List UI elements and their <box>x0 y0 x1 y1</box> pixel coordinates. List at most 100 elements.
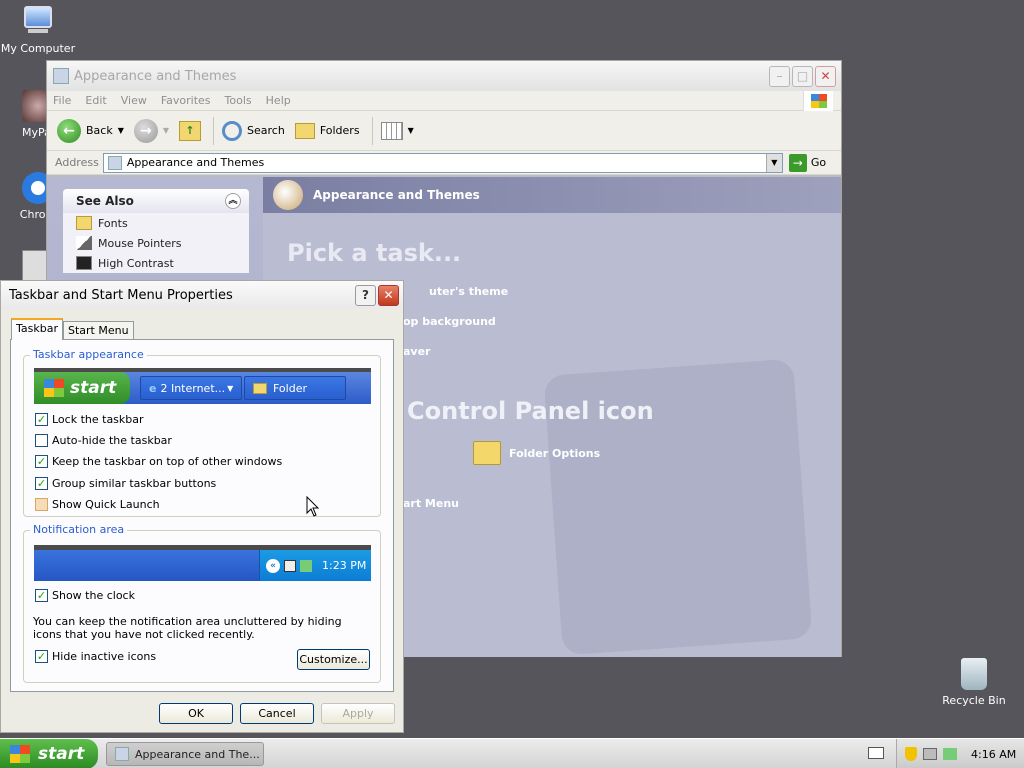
views-button[interactable]: ▼ <box>380 121 414 140</box>
desktop-icon-my-computer[interactable]: My Computer <box>0 4 76 55</box>
close-button[interactable]: ✕ <box>815 65 836 87</box>
checkbox-label: Hide inactive icons <box>52 650 157 663</box>
menu-file[interactable]: File <box>47 94 79 107</box>
see-also-panel: See Also ︽ Fonts Mouse Pointers High Con… <box>63 189 249 273</box>
tab-taskbar[interactable]: Taskbar <box>11 318 63 340</box>
high-contrast-icon <box>76 256 92 270</box>
security-shield-icon[interactable] <box>905 747 917 761</box>
preview-folder-label: Folder <box>273 381 307 395</box>
minimize-button[interactable]: – <box>769 65 790 87</box>
category-header: Appearance and Themes <box>263 177 841 213</box>
tab-start-menu[interactable]: Start Menu <box>63 321 134 339</box>
checkbox-box[interactable]: ✓ <box>35 650 48 663</box>
menu-edit[interactable]: Edit <box>79 94 114 107</box>
cancel-button[interactable]: Cancel <box>240 703 314 724</box>
category-title: Appearance and Themes <box>313 188 480 202</box>
up-button[interactable]: ↑ <box>179 120 202 141</box>
customize-button[interactable]: Customize... <box>297 649 370 670</box>
lock-taskbar-checkbox[interactable]: ✓ Lock the taskbar <box>35 413 144 426</box>
search-button[interactable]: Search <box>222 120 285 141</box>
mouse-cursor-icon <box>306 496 320 517</box>
checkbox-box[interactable]: ✓ <box>35 413 48 426</box>
pick-icon-heading: Control Panel icon <box>407 397 654 425</box>
checkbox-label: Show the clock <box>52 589 135 602</box>
folders-button[interactable]: Folders <box>294 122 360 139</box>
apply-button[interactable]: Apply <box>321 703 395 724</box>
appearance-themes-icon <box>273 180 303 210</box>
preview-tray: « 1:23 PM <box>259 550 371 581</box>
preview-folder-button: Folder <box>244 376 346 400</box>
chevron-left-icon: « <box>266 558 280 573</box>
task-link-background[interactable]: op background <box>403 315 496 328</box>
address-value: Appearance and Themes <box>126 156 265 169</box>
checkbox-box[interactable] <box>35 498 48 511</box>
menu-view[interactable]: View <box>115 94 155 107</box>
search-icon <box>222 120 243 141</box>
see-also-item-label: High Contrast <box>98 256 174 270</box>
maximize-button[interactable]: □ <box>792 65 813 87</box>
menu-tools[interactable]: Tools <box>219 94 260 107</box>
clock[interactable]: 4:16 AM <box>971 748 1016 761</box>
desktop-icon-recycle-bin[interactable]: Recycle Bin <box>936 658 1012 707</box>
back-button[interactable]: ← Back ▼ <box>57 118 124 143</box>
menu-help[interactable]: Help <box>260 94 299 107</box>
auto-hide-checkbox[interactable]: Auto-hide the taskbar <box>35 434 172 447</box>
address-input[interactable]: Appearance and Themes ▼ <box>102 152 783 173</box>
explorer-toolbar: ← Back ▼ → ▼ ↑ Search Folders ▼ <box>47 111 841 151</box>
task-link-theme[interactable]: uter's theme <box>429 285 508 298</box>
see-also-high-contrast[interactable]: High Contrast <box>63 253 249 273</box>
up-folder-icon: ↑ <box>179 120 202 141</box>
checkbox-label: Show Quick Launch <box>52 498 160 511</box>
taskbar-item-appearance[interactable]: Appearance and The... <box>106 742 264 766</box>
search-label: Search <box>247 124 285 137</box>
taskbar-start-menu-link[interactable]: art Menu <box>403 497 459 510</box>
folder-options-link[interactable]: Folder Options <box>473 441 600 465</box>
computer-icon <box>22 6 54 38</box>
taskbar-item-label: Appearance and The... <box>135 747 260 761</box>
checkbox-box[interactable]: ✓ <box>35 477 48 490</box>
notification-note: You can keep the notification area unclu… <box>33 615 342 641</box>
start-button[interactable]: start <box>0 739 98 768</box>
quick-launch-checkbox[interactable]: Show Quick Launch <box>35 498 160 511</box>
help-button[interactable]: ? <box>355 284 376 306</box>
go-button[interactable]: → Go <box>788 153 826 172</box>
ok-button[interactable]: OK <box>159 703 233 724</box>
hide-inactive-checkbox[interactable]: ✓ Hide inactive icons <box>35 650 156 663</box>
dialog-titlebar[interactable]: Taskbar and Start Menu Properties ? ✕ <box>1 281 403 309</box>
chevron-down-icon[interactable]: ▼ <box>118 126 124 135</box>
group-legend: Taskbar appearance <box>30 348 147 361</box>
checkbox-box[interactable]: ✓ <box>35 589 48 602</box>
windows-logo-icon <box>44 379 64 397</box>
menu-favorites[interactable]: Favorites <box>155 94 219 107</box>
folders-label: Folders <box>319 124 360 137</box>
checkbox-label: Auto-hide the taskbar <box>52 434 172 447</box>
show-clock-checkbox[interactable]: ✓ Show the clock <box>35 589 135 602</box>
task-link-screensaver[interactable]: aver <box>403 345 430 358</box>
forward-button[interactable]: → ▼ <box>133 118 169 143</box>
checkbox-box[interactable] <box>35 434 48 447</box>
explorer-titlebar[interactable]: Appearance and Themes – □ ✕ <box>47 61 841 91</box>
checkbox-box[interactable]: ✓ <box>35 455 48 468</box>
address-label: Address <box>55 156 99 169</box>
see-also-header[interactable]: See Also ︽ <box>63 189 249 213</box>
keep-on-top-checkbox[interactable]: ✓ Keep the taskbar on top of other window… <box>35 455 282 468</box>
folder-options-icon <box>473 441 501 465</box>
see-also-title: See Also <box>76 194 134 208</box>
see-also-fonts[interactable]: Fonts <box>63 213 249 233</box>
ie-icon: e <box>149 381 157 395</box>
keyboard-icon[interactable] <box>868 747 884 759</box>
tray-app-icon[interactable] <box>943 748 957 760</box>
toolbar-separator <box>213 116 215 145</box>
dialog-close-button[interactable]: ✕ <box>378 284 399 306</box>
group-legend: Notification area <box>30 523 128 536</box>
see-also-item-label: Mouse Pointers <box>98 236 182 250</box>
dialog-tabs: Taskbar Start Menu <box>11 317 134 340</box>
folder-icon <box>253 382 267 394</box>
network-icon[interactable] <box>923 748 937 760</box>
chevron-down-icon: ▼ <box>407 126 414 135</box>
address-dropdown-button[interactable]: ▼ <box>765 153 782 172</box>
see-also-mouse-pointers[interactable]: Mouse Pointers <box>63 233 249 253</box>
start-label: start <box>38 744 85 764</box>
collapse-chevron-icon[interactable]: ︽ <box>225 193 241 209</box>
group-buttons-checkbox[interactable]: ✓ Group similar taskbar buttons <box>35 477 216 490</box>
